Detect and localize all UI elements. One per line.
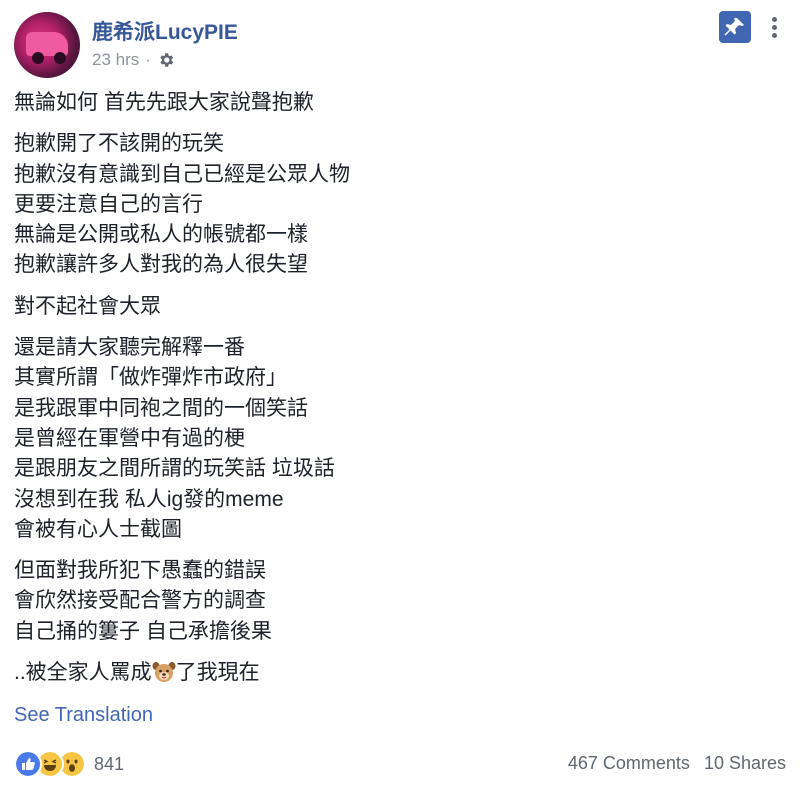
more-horizontal-icon [772,17,777,22]
more-options-button[interactable] [760,14,790,40]
comments-count[interactable]: 467 Comments [568,753,690,774]
text-line: 會欣然接受配合警方的調查 [14,589,266,613]
text-line: 抱歉開了不該開的玩笑 [14,132,224,156]
avatar-image-shape [32,52,44,64]
text-line: 抱歉沒有意識到自己已經是公眾人物 [14,162,350,186]
dot-separator: · [145,50,151,69]
paragraph: 還是請大家聽完解釋一番 其實所謂「做炸彈炸市政府」 是我跟軍中同袍之間的一個笑話… [14,333,350,545]
dog-face-emoji-icon [152,662,176,683]
post-meta: 23 hrs · [92,50,175,70]
engagement-stats: 467 Comments 10 Shares [568,753,786,774]
text-line: 是我跟軍中同袍之間的一個笑話 [14,396,308,420]
text-line: 但面對我所犯下愚蠢的錯誤 [14,559,266,583]
text-line: 更要注意自己的言行 [14,192,203,216]
paragraph: 但面對我所犯下愚蠢的錯誤 會欣然接受配合警方的調查 自己捅的簍子 自己承擔後果 [14,556,350,647]
text-line: 無論是公開或私人的帳號都一樣 [14,223,308,247]
reactions-summary[interactable]: 841 [14,750,124,778]
pin-button[interactable] [719,11,751,43]
text-line: 會被有心人士截圖 [14,517,182,541]
post-footer: 841 467 Comments 10 Shares [14,750,786,778]
text-line: 是曾經在軍營中有過的梗 [14,426,245,450]
pin-icon [724,18,744,36]
text-line: 是跟朋友之間所謂的玩笑話 垃圾話 [14,457,335,481]
text-fragment: 了我現在 [175,661,260,685]
like-icon [14,750,42,778]
reaction-count[interactable]: 841 [94,754,124,775]
author-name[interactable]: 鹿希派LucyPIE [92,16,238,46]
see-translation-link[interactable]: See Translation [14,704,153,727]
text-line: 還是請大家聽完解釋一番 [14,336,245,360]
paragraph: 無論如何 首先先跟大家說聲抱歉 [14,88,350,118]
text-line: 抱歉讓許多人對我的為人很失望 [14,253,308,277]
text-fragment: ..被全家人罵成 [14,661,152,685]
text-line: 沒想到在我 私人ig發的meme [14,487,284,511]
avatar-image-shape [54,52,66,64]
text-line: 無論如何 首先先跟大家說聲抱歉 [14,91,314,114]
avatar[interactable] [14,12,80,78]
shares-count[interactable]: 10 Shares [704,753,786,774]
paragraph: ..被全家人罵成 了我現在 [14,658,350,688]
text-line: 其實所謂「做炸彈炸市政府」 [14,366,287,390]
more-horizontal-icon [772,33,777,38]
gear-icon[interactable] [157,51,175,69]
paragraph: 對不起社會大眾 [14,292,350,322]
text-line: 自己捅的簍子 自己承擔後果 [14,619,272,643]
text-line: 對不起社會大眾 [14,294,161,318]
facebook-post: 鹿希派LucyPIE 23 hrs · 無論如何 首先先跟大家說聲抱歉 抱歉開了… [0,0,800,789]
post-body: 無論如何 首先先跟大家說聲抱歉 抱歉開了不該開的玩笑 抱歉沒有意識到自己已經是公… [14,88,350,699]
paragraph: 抱歉開了不該開的玩笑 抱歉沒有意識到自己已經是公眾人物 更要注意自己的言行 無論… [14,129,350,280]
text-line: ..被全家人罵成 了我現在 [14,658,350,688]
more-horizontal-icon [772,25,777,30]
timestamp[interactable]: 23 hrs [92,50,139,70]
